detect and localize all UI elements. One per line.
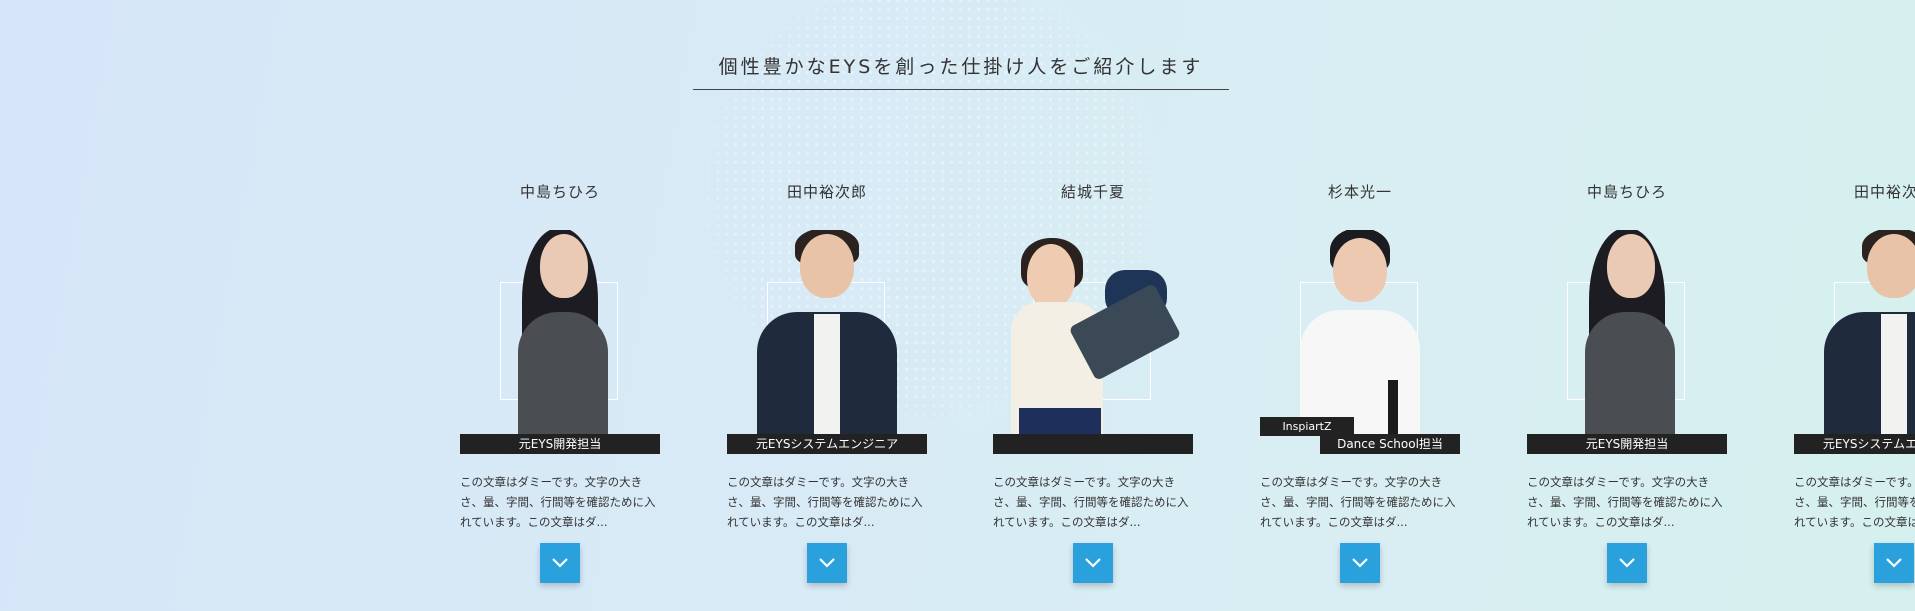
member-name: 田中裕次郎 [786,183,867,201]
chevron-down-icon [1352,558,1368,568]
member-role: 元EYS開発担当 [460,434,660,454]
member-photo [993,230,1193,435]
member-name: 杉本光一 [1327,183,1392,201]
member-description: この文章はダミーです。文字の大きさ、量、字間、行間等を確認ために入れています。こ… [993,475,1189,529]
member-photo [727,230,927,435]
member-description: この文章はダミーです。文字の大きさ、量、字間、行間等を確認ために入れています。こ… [1260,475,1456,529]
expand-button[interactable] [540,543,580,583]
member-role: 元EYS開発担当 [1527,434,1727,454]
member-description: この文章はダミーです。文字の大きさ、量、字間、行間等を確認ために入れています。こ… [727,475,923,529]
member-description: この文章はダミーです。文字の大きさ、量、字間、行間等を確認ために入れています。こ… [1527,475,1723,529]
expand-button[interactable] [1340,543,1380,583]
chevron-down-icon [819,558,835,568]
member-photo [1527,230,1727,435]
chevron-down-icon [552,558,568,568]
member-role: Dance School担当 [1320,434,1460,454]
expand-button[interactable] [1073,543,1113,583]
member-photo [1794,230,1915,435]
member-description: この文章はダミーです。文字の大きさ、量、字間、行間等を確認ために入れています。こ… [460,475,656,529]
member-description: この文章はダミーです。文字の大きさ、量、字間、行間等を確認ために入れています。こ… [1794,475,1915,529]
member-card: 中島ちひろ 元EYS開発担当 この文章はダミーです。文字の大きさ、量、字間、行間… [460,0,660,611]
chevron-down-icon [1085,558,1101,568]
member-role [993,434,1193,454]
chevron-down-icon [1886,558,1902,568]
member-name: 中島ちひろ [519,183,600,201]
chevron-down-icon [1619,558,1635,568]
member-card: 中島ちひろ 元EYS開発担当 この文章はダミーです。文字の大きさ、量、字間、行間… [1527,0,1727,611]
expand-button[interactable] [807,543,847,583]
member-name: 田中裕次郎 [1853,183,1915,201]
member-name: 中島ちひろ [1586,183,1667,201]
member-photo [460,230,660,435]
member-card: 田中裕次郎 元EYSシステムエンジニア この文章はダミーです。文字の大きさ、量、… [727,0,927,611]
member-card: 杉本光一 InspiartZ Dance School担当 この文章はダミーです… [1260,0,1460,611]
member-name: 結城千夏 [1060,183,1125,201]
member-role: 元EYSシステムエンジニア [727,434,927,454]
member-card: 田中裕次郎 元EYSシステムエンジニア この文章はダミーです。文字の大きさ、量、… [1794,0,1915,611]
member-role: 元EYSシステムエンジニア [1794,434,1915,454]
expand-button[interactable] [1607,543,1647,583]
member-card: 結城千夏 この文章はダミーです。文字の大きさ、量、字間、行間等を確認ために入れて… [993,0,1193,611]
expand-button[interactable] [1874,543,1914,583]
member-photo [1260,230,1460,435]
